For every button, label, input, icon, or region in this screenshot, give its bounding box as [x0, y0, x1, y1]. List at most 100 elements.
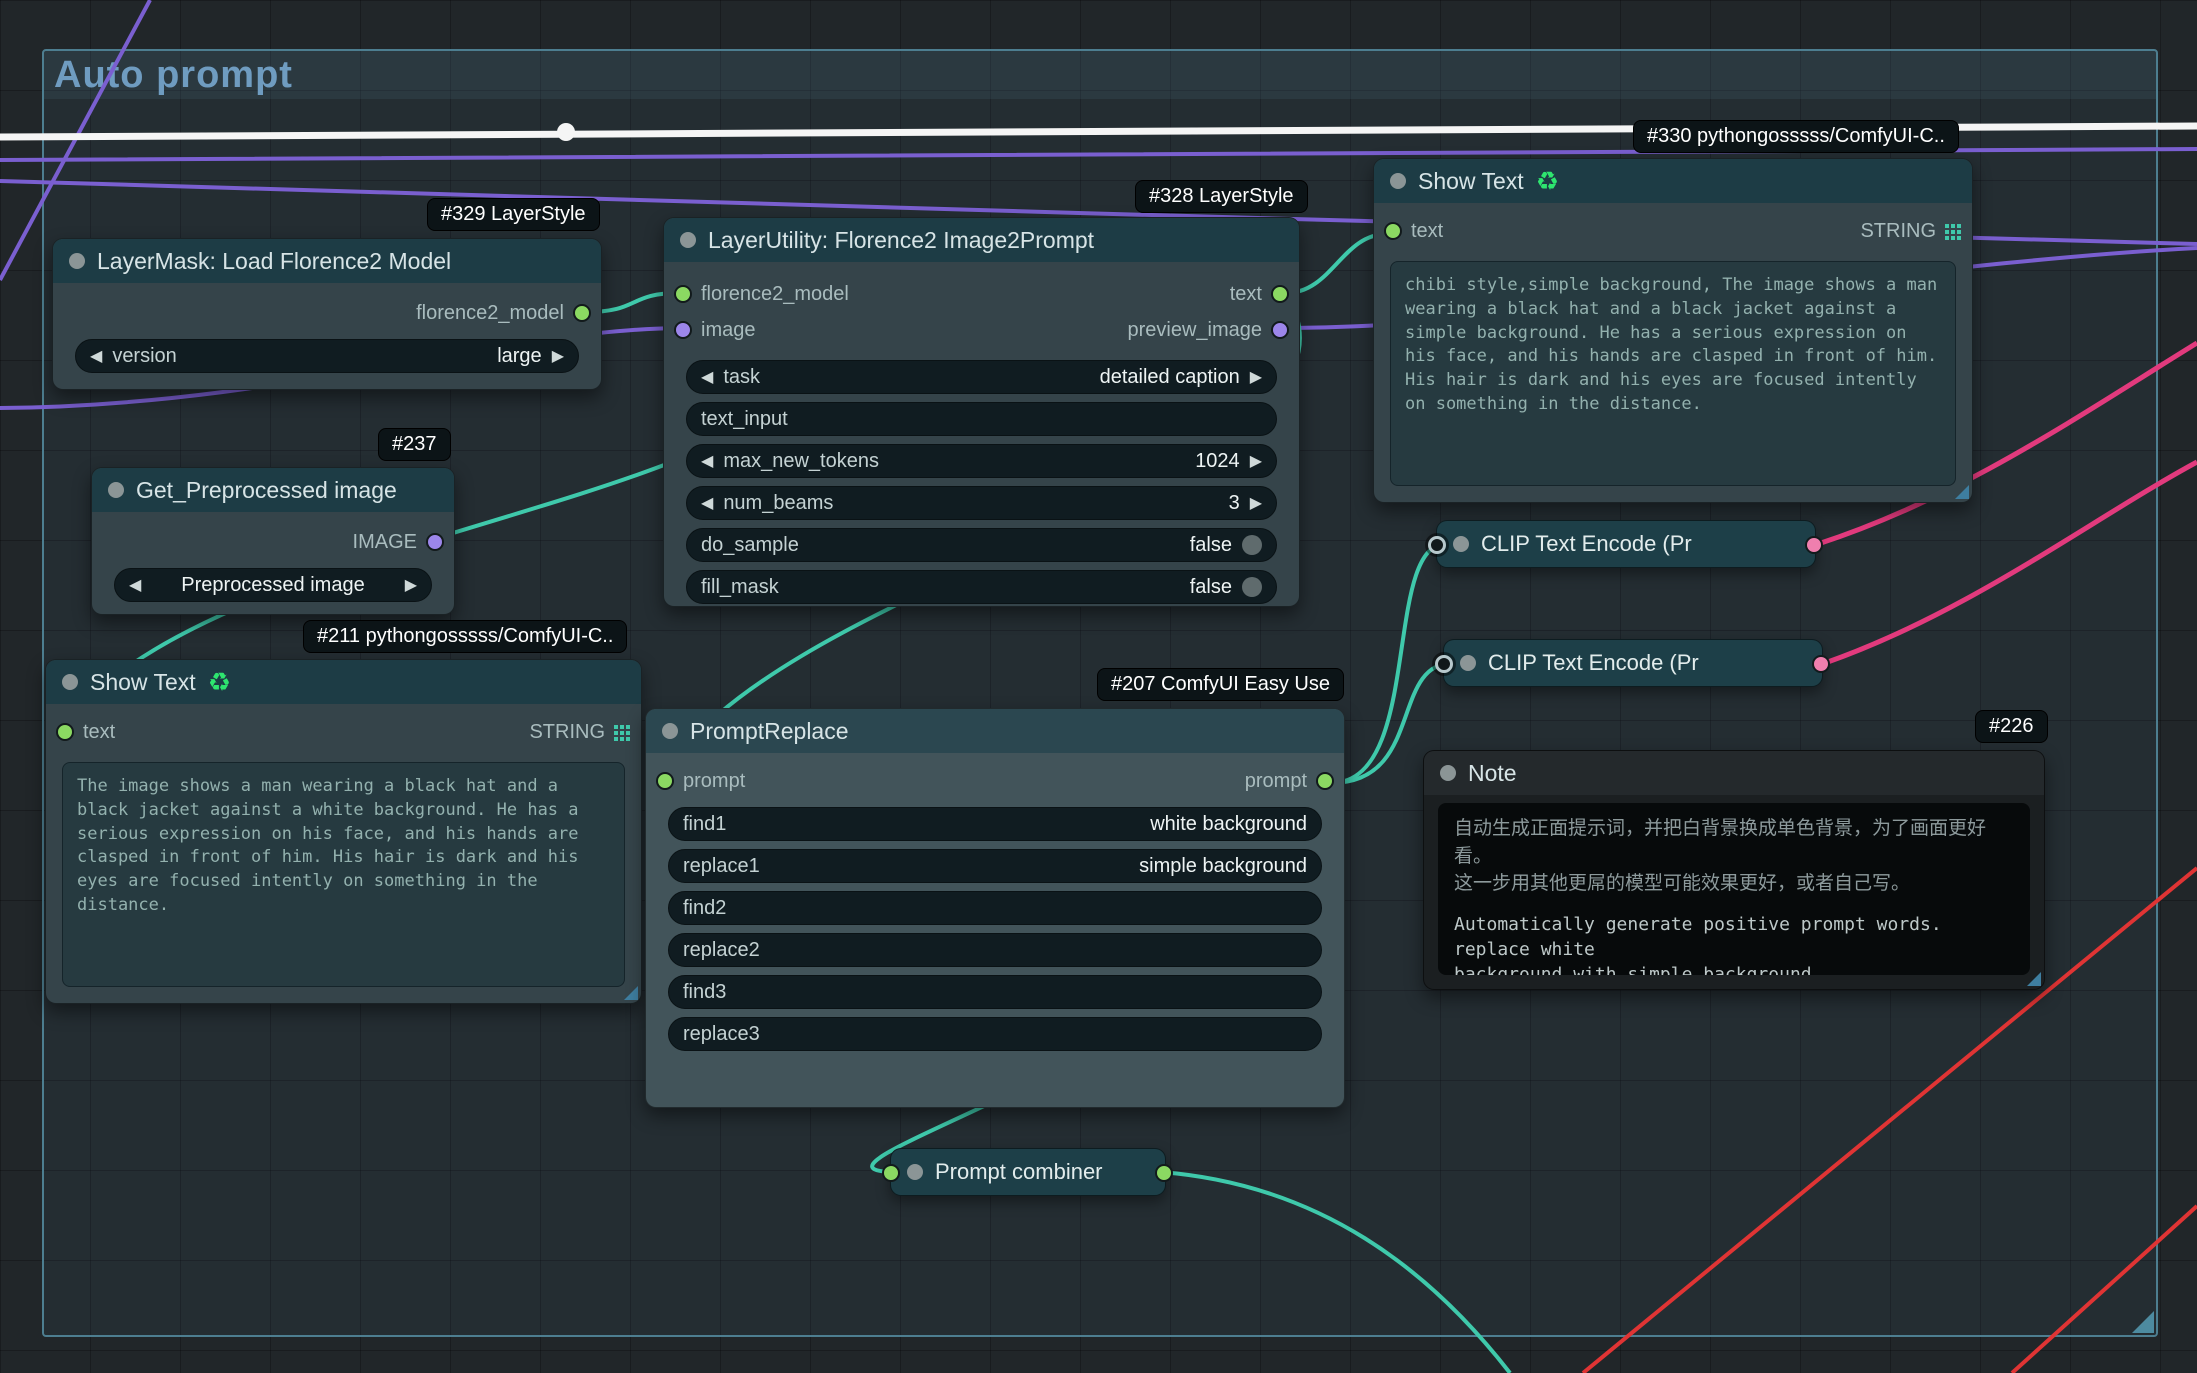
node-status-dot [907, 1164, 923, 1180]
slot-row: image preview_image [674, 312, 1289, 348]
output-slot-image[interactable] [426, 533, 444, 551]
slot-row: text STRING [1384, 213, 1962, 249]
badge-node-207: #207 ComfyUI Easy Use [1097, 668, 1344, 701]
resize-handle[interactable] [1955, 485, 1969, 499]
input-slot-image[interactable] [674, 321, 692, 339]
node-status-dot [1453, 536, 1469, 552]
note-content: 自动生成正面提示词，并把白背景换成单色背景，为了画面更好看。 这一步用其他更屌的… [1438, 803, 2030, 975]
input-slot-prompt[interactable] [656, 772, 674, 790]
node-note-titlebar[interactable]: Note [1424, 751, 2044, 795]
show-text-211-content: The image shows a man wearing a black ha… [62, 762, 625, 987]
combiner-output-slot[interactable] [1155, 1164, 1173, 1182]
combo-left-arrow-icon[interactable]: ◀ [701, 367, 713, 387]
preprocessed-image-combo[interactable]: ◀ Preprocessed image ▶ [114, 568, 432, 602]
node-title: CLIP Text Encode (Pr [1481, 531, 1692, 556]
node-prompt-combiner[interactable]: Prompt combiner [882, 1148, 1173, 1196]
replace1-input[interactable]: replace1 simple background [668, 849, 1322, 883]
max-new-tokens-widget[interactable]: ◀ max_new_tokens 1024 ▶ [686, 444, 1277, 478]
string-grid-icon [614, 724, 631, 741]
slot-row: florence2_model text [674, 276, 1289, 312]
find1-input[interactable]: find1 white background [668, 807, 1322, 841]
combo-right-arrow-icon[interactable]: ▶ [552, 346, 564, 366]
combo-right-arrow-icon[interactable]: ▶ [1250, 493, 1262, 513]
badge-node-211: #211 pythongosssss/ComfyUI-C.. [303, 620, 628, 653]
refresh-icon: ♻ [207, 667, 232, 697]
output-slot-florence2-model[interactable] [573, 304, 591, 322]
clip1-input-slot[interactable] [1428, 536, 1446, 554]
replace2-input[interactable]: replace2 [668, 933, 1322, 967]
clip2-output-slot[interactable] [1812, 655, 1830, 673]
node-clip-text-encode-2[interactable]: CLIP Text Encode (Pr [1435, 639, 1830, 687]
version-combo-widget[interactable]: ◀ version large ▶ [75, 339, 579, 373]
fill-mask-toggle[interactable]: fill_mask false [686, 570, 1277, 604]
node-show-text-211[interactable]: Show Text ♻ text STRING The image shows … [45, 659, 642, 1004]
combo-left-arrow-icon[interactable]: ◀ [701, 493, 713, 513]
combo-right-arrow-icon[interactable]: ▶ [1250, 451, 1262, 471]
node-title: PromptReplace [690, 717, 849, 744]
string-grid-icon [1945, 223, 1962, 240]
node-graph-canvas[interactable]: Auto prompt LayerMask: Load Florence2 Mo… [0, 0, 2197, 1373]
node-status-dot [680, 232, 696, 248]
find3-input[interactable]: find3 [668, 975, 1322, 1009]
do-sample-toggle[interactable]: do_sample false [686, 528, 1277, 562]
note-chinese-text: 自动生成正面提示词，并把白背景换成单色背景，为了画面更好看。 这一步用其他更屌的… [1454, 818, 1987, 895]
combo-left-arrow-icon[interactable]: ◀ [90, 346, 102, 366]
combo-left-arrow-icon[interactable]: ◀ [701, 451, 713, 471]
output-slot-preview-image[interactable] [1271, 321, 1289, 339]
output-slot-text[interactable] [1271, 285, 1289, 303]
node-prompt-replace-titlebar[interactable]: PromptReplace [646, 709, 1344, 753]
node-title: Get_Preprocessed image [136, 476, 397, 503]
node-florence2-image2prompt[interactable]: LayerUtility: Florence2 Image2Prompt flo… [663, 217, 1300, 607]
input-slot-text[interactable] [1384, 222, 1402, 240]
output-label-florence2-model: florence2_model [416, 301, 564, 324]
node-status-dot [1460, 655, 1476, 671]
resize-handle[interactable] [2027, 972, 2041, 986]
num-beams-widget[interactable]: ◀ num_beams 3 ▶ [686, 486, 1277, 520]
slot-row: text STRING [56, 714, 631, 750]
toggle-dot[interactable] [1242, 535, 1262, 555]
node-note[interactable]: Note 自动生成正面提示词，并把白背景换成单色背景，为了画面更好看。 这一步用… [1423, 750, 2045, 990]
group-title: Auto prompt [54, 53, 293, 96]
show-text-330-content: chibi style,simple background, The image… [1390, 261, 1956, 486]
node-load-florence2-titlebar[interactable]: LayerMask: Load Florence2 Model [53, 239, 601, 283]
input-slot-florence2-model[interactable] [674, 285, 692, 303]
node-title: CLIP Text Encode (Pr [1488, 650, 1699, 675]
node-show-text-330-titlebar[interactable]: Show Text ♻ [1374, 159, 1972, 203]
slot-row: IMAGE [102, 524, 444, 560]
node-get-preprocessed-titlebar[interactable]: Get_Preprocessed image [92, 468, 454, 512]
node-show-text-330[interactable]: Show Text ♻ text STRING chibi style,simp… [1373, 158, 1973, 503]
node-status-dot [69, 253, 85, 269]
text-input-widget[interactable]: text_input [686, 402, 1277, 436]
node-title: Prompt combiner [935, 1159, 1103, 1184]
node-title: Note [1468, 759, 1517, 786]
clip2-input-slot[interactable] [1435, 655, 1453, 673]
task-combo-widget[interactable]: ◀ task detailed caption ▶ [686, 360, 1277, 394]
combiner-input-slot[interactable] [882, 1164, 900, 1182]
node-title: Show Text [1418, 167, 1524, 194]
clip1-output-slot[interactable] [1805, 536, 1823, 554]
node-load-florence2-model[interactable]: LayerMask: Load Florence2 Model florence… [52, 238, 602, 390]
node-florence2-titlebar[interactable]: LayerUtility: Florence2 Image2Prompt [664, 218, 1299, 262]
node-status-dot [1440, 765, 1456, 781]
find2-input[interactable]: find2 [668, 891, 1322, 925]
replace3-input[interactable]: replace3 [668, 1017, 1322, 1051]
badge-node-226: #226 [1975, 710, 2048, 743]
combo-right-arrow-icon[interactable]: ▶ [405, 575, 417, 595]
toggle-dot[interactable] [1242, 577, 1262, 597]
combo-right-arrow-icon[interactable]: ▶ [1250, 367, 1262, 387]
badge-node-328: #328 LayerStyle [1135, 180, 1308, 213]
node-status-dot [662, 723, 678, 739]
group-titlebar[interactable]: Auto prompt [44, 51, 2156, 99]
slot-row: florence2_model [63, 295, 591, 331]
output-slot-prompt[interactable] [1316, 772, 1334, 790]
node-clip-text-encode-1[interactable]: CLIP Text Encode (Pr [1428, 520, 1823, 568]
node-prompt-replace[interactable]: PromptReplace prompt prompt find1 white … [645, 708, 1345, 1108]
combo-left-arrow-icon[interactable]: ◀ [129, 575, 141, 595]
input-slot-text[interactable] [56, 723, 74, 741]
node-show-text-211-titlebar[interactable]: Show Text ♻ [46, 660, 641, 704]
group-resize-handle[interactable] [2132, 1311, 2154, 1333]
resize-handle[interactable] [624, 986, 638, 1000]
node-get-preprocessed-image[interactable]: Get_Preprocessed image IMAGE ◀ Preproces… [91, 467, 455, 615]
node-title: LayerUtility: Florence2 Image2Prompt [708, 226, 1095, 253]
refresh-icon: ♻ [1535, 166, 1560, 196]
